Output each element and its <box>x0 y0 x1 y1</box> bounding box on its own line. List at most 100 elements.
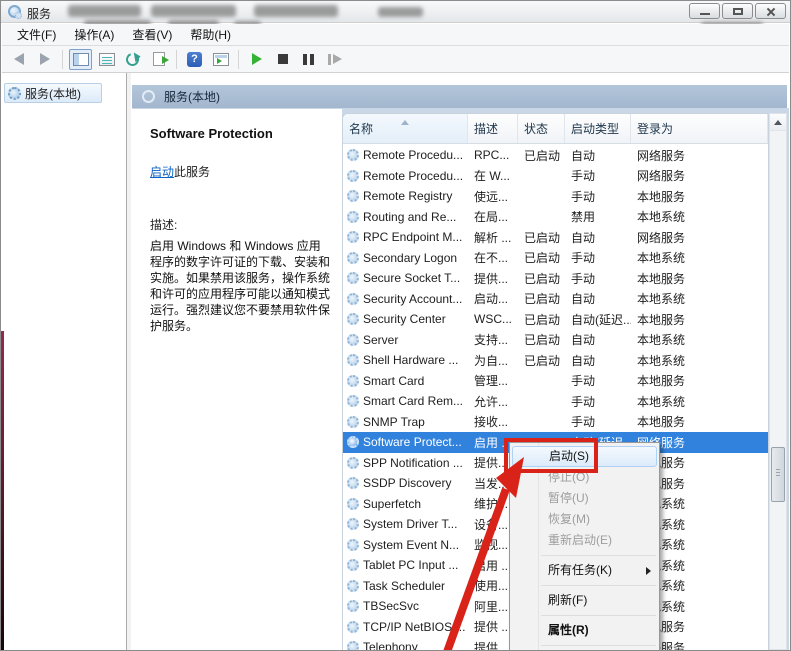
service-name: Server <box>363 333 398 347</box>
service-name-cell: Telephony <box>343 640 468 650</box>
column-header-4[interactable]: 登录为 <box>631 114 768 143</box>
properties-icon <box>99 53 115 66</box>
panel-header: 服务(本地) <box>132 85 787 108</box>
selected-service-name: Software Protection <box>150 126 328 141</box>
extended-view-button[interactable] <box>209 49 232 70</box>
start-service-button[interactable] <box>245 49 268 70</box>
table-row[interactable]: Security Account...启动...已启动自动本地系统 <box>343 289 768 310</box>
tree-item-label: 服务(本地) <box>25 85 81 102</box>
service-name-cell: TCP/IP NetBIOS ... <box>343 620 468 634</box>
service-gear-icon <box>347 580 359 592</box>
table-row[interactable]: RPC Endpoint M...解析 ...已启动自动网络服务 <box>343 227 768 248</box>
table-row[interactable]: Remote Registry使远...手动本地服务 <box>343 186 768 207</box>
service-startup: 自动(延迟... <box>565 311 631 328</box>
submenu-arrow-icon <box>646 567 651 575</box>
service-gear-icon <box>347 252 359 264</box>
forward-button[interactable] <box>33 49 56 70</box>
redacted-text <box>68 5 141 17</box>
service-name-cell: Smart Card <box>343 374 468 388</box>
service-logon: 本地系统 <box>631 208 768 225</box>
services-gear-icon <box>8 87 21 100</box>
service-logon: 本地系统 <box>631 290 768 307</box>
scrollbar-thumb[interactable] <box>771 447 785 502</box>
column-header-2[interactable]: 状态 <box>518 114 565 143</box>
service-startup: 手动 <box>565 270 631 287</box>
service-startup: 禁用 <box>565 208 631 225</box>
start-service-link[interactable]: 启动 <box>150 165 174 179</box>
service-name: Remote Procedu... <box>363 148 463 162</box>
tree-item-services-local[interactable]: 服务(本地) <box>4 83 102 103</box>
service-logon: 本地服务 <box>631 188 768 205</box>
service-gear-icon <box>347 170 359 182</box>
view-menu[interactable]: 查看(V) <box>123 24 181 45</box>
menu-refresh[interactable]: 刷新(F) <box>510 590 659 611</box>
pause-service-button[interactable] <box>297 49 320 70</box>
help-menu[interactable]: 帮助(H) <box>181 24 240 45</box>
menu-resume[interactable]: 恢复(M) <box>510 509 659 530</box>
table-row[interactable]: Secondary Logon在不...已启动手动本地系统 <box>343 248 768 269</box>
service-desc: 允许... <box>468 393 518 410</box>
window-title: 服务 <box>27 5 51 22</box>
service-name: RPC Endpoint M... <box>363 230 462 244</box>
panel-content: Software Protection 启动此服务 描述: 启用 Windows… <box>132 108 789 650</box>
menu-properties[interactable]: 属性(R) <box>510 620 659 641</box>
menu-bar: 文件(F)操作(A)查看(V)帮助(H) <box>2 24 789 46</box>
service-gear-icon <box>347 190 359 202</box>
service-startup: 手动 <box>565 413 631 430</box>
table-row[interactable]: Remote Procedu...在 W...手动网络服务 <box>343 166 768 187</box>
service-name-cell: Software Protect... <box>343 435 468 449</box>
file-menu[interactable]: 文件(F) <box>8 24 65 45</box>
vertical-scrollbar[interactable] <box>769 113 787 650</box>
properties-button[interactable] <box>95 49 118 70</box>
menu-all-tasks[interactable]: 所有任务(K) <box>510 560 659 581</box>
redacted-text <box>254 5 338 17</box>
service-gear-icon <box>347 621 359 633</box>
stop-service-button[interactable] <box>271 49 294 70</box>
menu-separator <box>541 645 656 646</box>
service-name-cell: SPP Notification ... <box>343 456 468 470</box>
service-name: Smart Card Rem... <box>363 394 463 408</box>
refresh-button[interactable] <box>121 49 144 70</box>
column-header-0[interactable]: 名称 <box>343 114 468 143</box>
table-row[interactable]: Remote Procedu...RPC...已启动自动网络服务 <box>343 145 768 166</box>
scroll-up-button[interactable] <box>770 114 786 131</box>
service-logon: 本地系统 <box>631 393 768 410</box>
menu-restart[interactable]: 重新启动(E) <box>510 530 659 551</box>
maximize-button[interactable] <box>722 3 753 19</box>
table-row[interactable]: Routing and Re...在局...禁用本地系统 <box>343 207 768 228</box>
service-gear-icon <box>347 518 359 530</box>
table-row[interactable]: Secure Socket T...提供...已启动手动本地服务 <box>343 268 768 289</box>
service-name-cell: Security Account... <box>343 292 468 306</box>
service-name: SSDP Discovery <box>363 476 451 490</box>
action-menu[interactable]: 操作(A) <box>65 24 123 45</box>
service-name-cell: Secondary Logon <box>343 251 468 265</box>
minimize-icon <box>700 13 710 15</box>
table-row[interactable]: SNMP Trap接收...手动本地服务 <box>343 412 768 433</box>
console-tree-button[interactable] <box>69 49 92 70</box>
service-gear-icon <box>347 641 359 650</box>
back-button[interactable] <box>7 49 30 70</box>
minimize-button[interactable] <box>689 3 720 19</box>
restart-service-button[interactable] <box>323 49 346 70</box>
service-status: 已启动 <box>518 147 565 164</box>
service-desc: WSC... <box>468 312 518 326</box>
help-button[interactable]: ? <box>183 49 206 70</box>
table-row[interactable]: Security CenterWSC...已启动自动(延迟...本地服务 <box>343 309 768 330</box>
table-row[interactable]: Server支持...已启动自动本地系统 <box>343 330 768 351</box>
table-row[interactable]: Smart Card Rem...允许...手动本地系统 <box>343 391 768 412</box>
service-gear-icon <box>347 149 359 161</box>
toolbar-separator <box>238 50 239 69</box>
export-list-button[interactable] <box>147 49 170 70</box>
column-header-1[interactable]: 描述 <box>468 114 518 143</box>
service-startup: 自动 <box>565 331 631 348</box>
services-window: 服务 文件(F)操作(A)查看(V)帮助(H) ? 服务(本地) <box>0 0 791 651</box>
menu-pause[interactable]: 暂停(U) <box>510 488 659 509</box>
table-row[interactable]: Smart Card管理...手动本地服务 <box>343 371 768 392</box>
service-name: Security Account... <box>363 292 462 306</box>
restart-icon <box>328 54 342 65</box>
service-name: SNMP Trap <box>363 415 425 429</box>
table-row[interactable]: Shell Hardware ...为自...已启动自动本地系统 <box>343 350 768 371</box>
menu-separator <box>541 555 656 556</box>
close-button[interactable] <box>755 3 786 19</box>
column-header-3[interactable]: 启动类型 <box>565 114 631 143</box>
